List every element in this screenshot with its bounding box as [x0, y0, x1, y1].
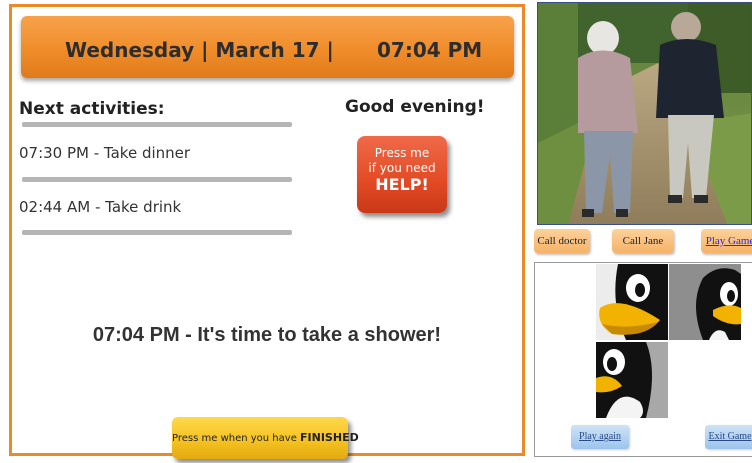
- penguin-icon: [696, 268, 741, 340]
- activity-item: 02:44 AM - Take drink: [19, 198, 182, 216]
- divider: [22, 122, 292, 127]
- play-game-link[interactable]: Play Game: [701, 229, 752, 253]
- penguin-icon: [596, 342, 652, 418]
- divider: [22, 230, 292, 235]
- finished-button-emphasis: FINISHED: [300, 431, 359, 444]
- photo-image: [538, 3, 751, 224]
- date-label: Wednesday | March 17 |: [65, 38, 334, 62]
- help-button-line3: HELP!: [375, 175, 429, 194]
- penguin-icon: [599, 264, 668, 340]
- help-button[interactable]: Press me if you need HELP!: [357, 136, 447, 213]
- call-jane-button[interactable]: Call Jane: [612, 229, 674, 253]
- help-button-line2: if you need: [368, 161, 436, 175]
- exit-game-button[interactable]: Exit Game: [705, 425, 752, 449]
- divider: [22, 177, 292, 182]
- finished-button-prefix: Press me when you have: [172, 433, 301, 444]
- reminder-panel: Wednesday | March 17 | 07:04 PM Next act…: [9, 4, 525, 459]
- activity-item: 07:30 PM - Take dinner: [19, 144, 191, 162]
- next-activities-heading: Next activities:: [19, 99, 165, 119]
- current-task-text: 07:04 PM - It's time to take a shower!: [92, 324, 442, 346]
- penguin-puzzle-tile[interactable]: [669, 264, 741, 340]
- penguin-puzzle-tile[interactable]: [596, 342, 668, 418]
- finished-button[interactable]: Press me when you have FINISHED: [172, 417, 359, 459]
- time-label: 07:04 PM: [377, 38, 483, 62]
- elderly-walking-photo: [537, 2, 752, 225]
- help-button-line1: Press me: [374, 146, 430, 160]
- date-time-header: Wednesday | March 17 | 07:04 PM: [21, 16, 514, 78]
- call-doctor-button[interactable]: Call doctor: [534, 229, 590, 253]
- play-again-button[interactable]: Play again: [571, 425, 629, 449]
- greeting-text: Good evening!: [345, 97, 485, 117]
- penguin-puzzle-tile[interactable]: [596, 264, 668, 340]
